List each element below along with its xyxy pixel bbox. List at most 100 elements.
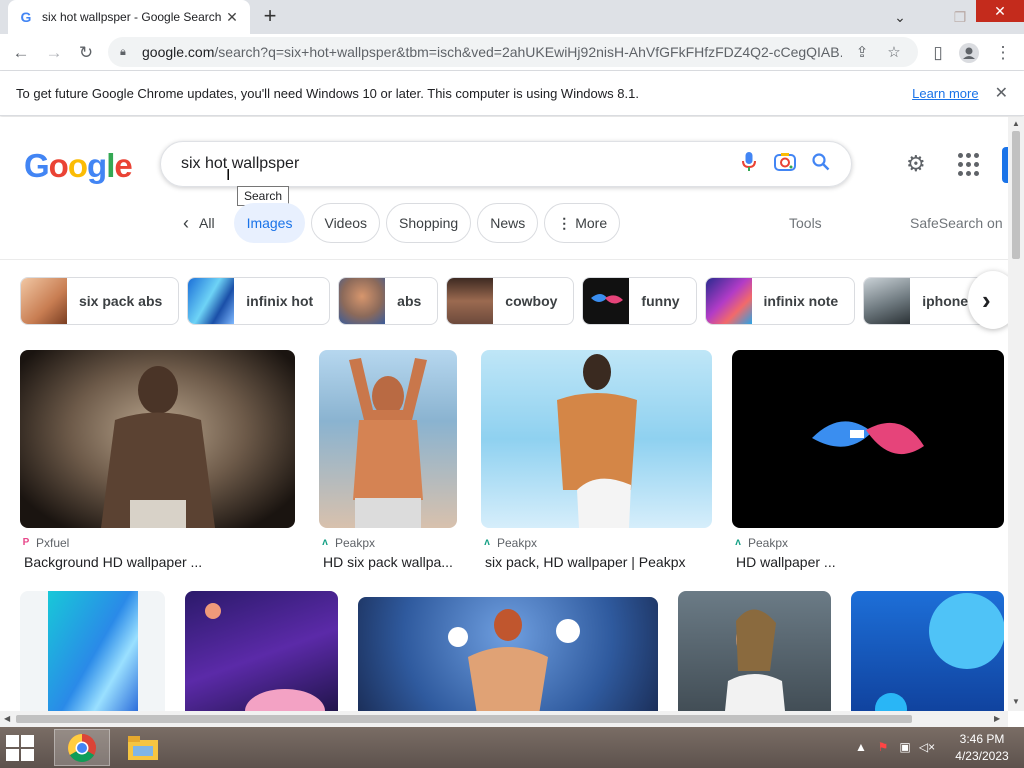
scroll-down-icon[interactable]: ▼	[1008, 697, 1024, 706]
image-result[interactable]	[20, 591, 165, 711]
related-thumbnail	[21, 278, 67, 324]
tools-button[interactable]: Tools	[789, 215, 822, 231]
result-thumbnail[interactable]	[319, 350, 457, 528]
google-logo-letter: o	[67, 147, 88, 184]
side-panel-icon[interactable]: ▯	[925, 40, 951, 66]
horizontal-scrollbar[interactable]: ◀ ▶	[0, 711, 1008, 727]
filter-all[interactable]: ‹ All	[170, 203, 228, 243]
windows-start-icon[interactable]	[6, 735, 36, 761]
network-icon[interactable]: ▣	[894, 740, 916, 754]
result-title[interactable]: Background HD wallpaper ...	[24, 554, 295, 570]
bookmark-star-icon[interactable]: ☆	[882, 43, 906, 61]
safesearch-toggle[interactable]: SafeSearch on	[910, 215, 1003, 231]
voice-search-icon[interactable]	[731, 151, 767, 177]
google-logo-letter: g	[87, 147, 107, 184]
horizontal-scroll-thumb[interactable]	[16, 715, 912, 723]
reload-icon[interactable]: ↻	[73, 40, 99, 66]
search-box[interactable]: six hot wallpsper	[160, 141, 852, 187]
image-result[interactable]: ʌ Peakpx six pack, HD wallpaper | Peakpx	[481, 350, 712, 570]
related-chip-infinix-note[interactable]: infinix note	[704, 277, 856, 325]
image-result[interactable]	[851, 591, 1004, 711]
tab-close-icon[interactable]: ✕	[224, 9, 240, 26]
image-result[interactable]	[358, 597, 658, 711]
related-chip-six-pack-abs[interactable]: six pack abs	[20, 277, 180, 325]
result-source[interactable]: P Pxfuel	[20, 536, 295, 550]
browser-tab[interactable]: G six hot wallpsper - Google Search ✕	[8, 0, 250, 34]
image-result[interactable]	[185, 591, 338, 711]
google-logo-letter: e	[114, 147, 132, 184]
google-apps-icon[interactable]	[958, 153, 982, 177]
chrome-menu-icon[interactable]: ⋮	[990, 40, 1016, 66]
related-chip-abs[interactable]: abs	[338, 277, 439, 325]
window-close-button[interactable]: ✕	[976, 0, 1024, 22]
profile-avatar-icon[interactable]	[956, 40, 982, 66]
restore-icon[interactable]: ❐	[940, 0, 980, 34]
search-input[interactable]: six hot wallpsper	[181, 155, 731, 173]
search-filter-bar: ‹ All Images Videos Shopping News ⋮ More	[170, 203, 626, 243]
related-thumbnail	[339, 278, 386, 324]
related-thumbnail	[864, 278, 911, 324]
tab-search-chevron-icon[interactable]: ⌄	[880, 0, 920, 34]
browser-titlebar: G six hot wallpsper - Google Search ✕ + …	[0, 0, 1024, 34]
filter-shopping[interactable]: Shopping	[386, 203, 472, 243]
result-source[interactable]: ʌ Peakpx	[732, 536, 1004, 550]
result-title[interactable]: HD six pack wallpa...	[323, 554, 457, 570]
filter-videos[interactable]: Videos	[311, 203, 381, 243]
related-chip-cowboy[interactable]: cowboy	[446, 277, 575, 325]
vertical-scroll-thumb[interactable]	[1012, 131, 1020, 259]
result-thumbnail[interactable]	[678, 591, 831, 711]
image-result[interactable]: ʌ Peakpx HD wallpaper ...	[732, 350, 1004, 570]
browser-toolbar: ← → ↻ 🔒︎ google.com/search?q=six+hot+wal…	[0, 34, 1024, 71]
related-chip-funny[interactable]: funny	[582, 277, 697, 325]
settings-gear-icon[interactable]: ⚙	[906, 151, 926, 177]
scroll-left-icon[interactable]: ◀	[4, 714, 10, 723]
result-thumbnail[interactable]	[481, 350, 712, 528]
filter-images[interactable]: Images	[233, 203, 306, 243]
result-source[interactable]: ʌ Peakpx	[481, 536, 712, 550]
result-thumbnail[interactable]	[20, 350, 295, 528]
infobar-close-icon[interactable]: ✕	[995, 83, 1008, 103]
text-cursor-icon: I	[226, 167, 231, 184]
volume-muted-icon[interactable]: ◁×	[916, 740, 938, 754]
clock-date: 4/23/2023	[955, 749, 1009, 763]
filter-more[interactable]: ⋮ More	[544, 203, 621, 243]
share-icon[interactable]: ⇪	[850, 43, 874, 61]
google-logo-letter: o	[48, 147, 69, 184]
back-icon[interactable]: ←	[8, 40, 34, 66]
lens-camera-icon[interactable]	[767, 152, 803, 177]
peakpx-favicon-icon: ʌ	[322, 537, 328, 548]
pxfuel-favicon-icon: P	[22, 537, 30, 548]
result-thumbnail[interactable]	[20, 591, 165, 711]
result-thumbnail[interactable]	[851, 591, 1004, 711]
image-result[interactable]	[678, 591, 831, 711]
action-center-flag-icon[interactable]: ⚑	[872, 740, 894, 754]
windows-taskbar: ▲ ⚑ ▣ ◁× 3:46 PM 4/23/2023	[0, 727, 1024, 768]
new-tab-button[interactable]: +	[258, 5, 282, 29]
scroll-right-icon[interactable]: ▶	[994, 714, 1000, 723]
image-result[interactable]: ʌ Peakpx HD six pack wallpa...	[319, 350, 457, 570]
search-magnifier-icon[interactable]	[803, 152, 839, 176]
result-thumbnail[interactable]	[732, 350, 1004, 528]
header-divider	[0, 259, 1008, 260]
result-title[interactable]: HD wallpaper ...	[736, 554, 1004, 570]
result-source[interactable]: ʌ Peakpx	[319, 536, 457, 550]
tray-overflow-icon[interactable]: ▲	[850, 740, 872, 754]
address-bar[interactable]: 🔒︎ google.com/search?q=six+hot+wallpsper…	[108, 37, 918, 67]
related-chip-infinix-hot[interactable]: infinix hot	[187, 277, 331, 325]
system-tray: ▲ ⚑ ▣ ◁×	[850, 733, 938, 761]
url-text[interactable]: google.com/search?q=six+hot+wallpsper&tb…	[142, 44, 842, 60]
result-title[interactable]: six pack, HD wallpaper | Peakpx	[485, 554, 712, 570]
vertical-scrollbar[interactable]: ▲ ▼	[1008, 117, 1024, 711]
taskbar-file-explorer-icon[interactable]	[120, 729, 166, 766]
result-thumbnail[interactable]	[185, 591, 338, 711]
taskbar-clock[interactable]: 3:46 PM 4/23/2023	[950, 731, 1014, 765]
google-logo[interactable]: Google	[24, 147, 133, 185]
learn-more-link[interactable]: Learn more	[912, 86, 978, 101]
result-thumbnail[interactable]	[358, 597, 658, 711]
taskbar-chrome-icon[interactable]	[54, 729, 110, 766]
scroll-up-icon[interactable]: ▲	[1008, 119, 1024, 128]
filter-news[interactable]: News	[477, 203, 539, 243]
related-thumbnail	[188, 278, 235, 324]
image-result[interactable]: P Pxfuel Background HD wallpaper ...	[20, 350, 295, 570]
forward-icon[interactable]: →	[41, 40, 67, 66]
